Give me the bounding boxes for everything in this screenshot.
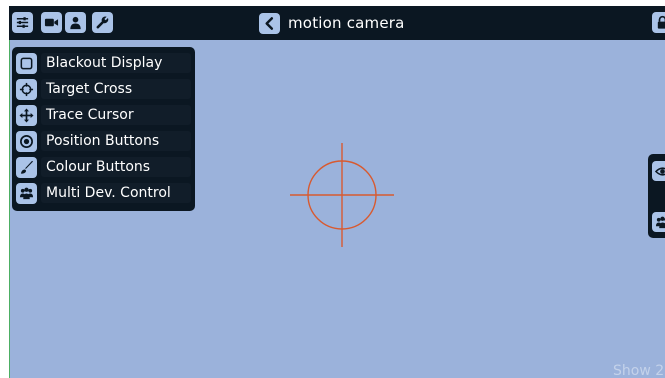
menu-item-label: Trace Cursor xyxy=(41,105,191,125)
crosshair-icon xyxy=(16,78,37,100)
wrench-icon[interactable] xyxy=(92,12,113,33)
overlay-menu: Blackout Display Target Cross Trace Curs… xyxy=(12,47,195,211)
chevron-left-icon xyxy=(265,16,274,30)
target-crosshair[interactable] xyxy=(290,143,394,247)
menu-item-label: Target Cross xyxy=(41,79,191,99)
menu-item-trace-cursor[interactable]: Trace Cursor xyxy=(16,104,191,126)
menu-item-label: Multi Dev. Control xyxy=(41,183,191,203)
page-title: motion camera xyxy=(288,14,405,32)
menu-item-label: Position Buttons xyxy=(41,131,191,151)
menu-item-colour-buttons[interactable]: Colour Buttons xyxy=(16,156,191,178)
menu-item-label: Colour Buttons xyxy=(41,157,191,177)
group-users-icon xyxy=(16,182,37,204)
sliders-icon[interactable] xyxy=(12,12,33,33)
move-arrows-icon xyxy=(16,104,37,126)
square-outline-icon xyxy=(16,52,37,74)
camera-view[interactable]: motion camera Blackout Display Target Cr… xyxy=(9,6,665,378)
video-camera-icon[interactable] xyxy=(41,12,62,33)
menu-item-blackout-display[interactable]: Blackout Display xyxy=(16,52,191,74)
radio-target-icon xyxy=(16,130,37,152)
user-icon[interactable] xyxy=(65,12,86,33)
menu-item-label: Blackout Display xyxy=(41,53,191,73)
group-users-icon[interactable] xyxy=(652,212,665,232)
eye-icon[interactable] xyxy=(652,161,665,181)
back-button[interactable] xyxy=(259,12,280,34)
show-label: Show 2 xyxy=(613,363,665,378)
top-bar: motion camera xyxy=(9,6,665,40)
edge-divider xyxy=(9,40,10,378)
right-panel xyxy=(648,154,665,238)
paint-brush-icon xyxy=(16,156,37,178)
lock-button[interactable] xyxy=(652,12,665,33)
menu-item-position-buttons[interactable]: Position Buttons xyxy=(16,130,191,152)
menu-item-target-cross[interactable]: Target Cross xyxy=(16,78,191,100)
lock-icon xyxy=(657,15,665,29)
menu-item-multi-dev-control[interactable]: Multi Dev. Control xyxy=(16,182,191,204)
